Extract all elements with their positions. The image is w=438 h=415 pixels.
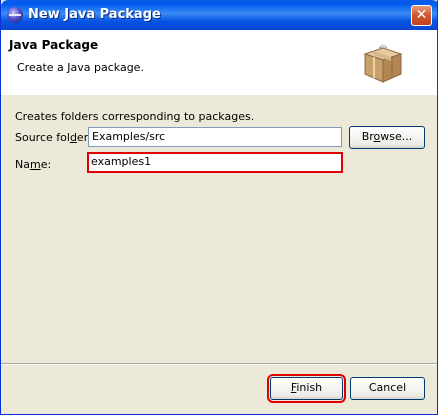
banner-title: Java Package — [9, 38, 99, 52]
form-intro: Creates folders corresponding to package… — [15, 110, 255, 123]
new-java-package-dialog: New Java Package ✕ Java Package Create a… — [0, 0, 438, 415]
banner-separator — [1, 94, 437, 95]
browse-button[interactable]: Browse... — [349, 126, 425, 149]
close-icon[interactable]: ✕ — [411, 5, 432, 26]
source-folder-input[interactable]: Examples/src — [88, 127, 342, 147]
banner-description: Create a Java package. — [17, 61, 144, 74]
package-icon — [363, 44, 403, 83]
footer-separator-highlight — [1, 364, 437, 365]
wizard-banner: Java Package Create a Java package. — [1, 30, 437, 95]
name-label: Name: — [15, 158, 52, 171]
finish-button[interactable]: Finish — [267, 374, 346, 403]
source-folder-label: Source folder: — [15, 131, 92, 144]
title-bar[interactable]: New Java Package ✕ — [1, 0, 437, 30]
eclipse-app-icon — [7, 7, 23, 23]
package-name-input[interactable]: examples1 — [87, 152, 343, 173]
window-title: New Java Package — [28, 7, 161, 22]
cancel-button[interactable]: Cancel — [350, 377, 425, 400]
